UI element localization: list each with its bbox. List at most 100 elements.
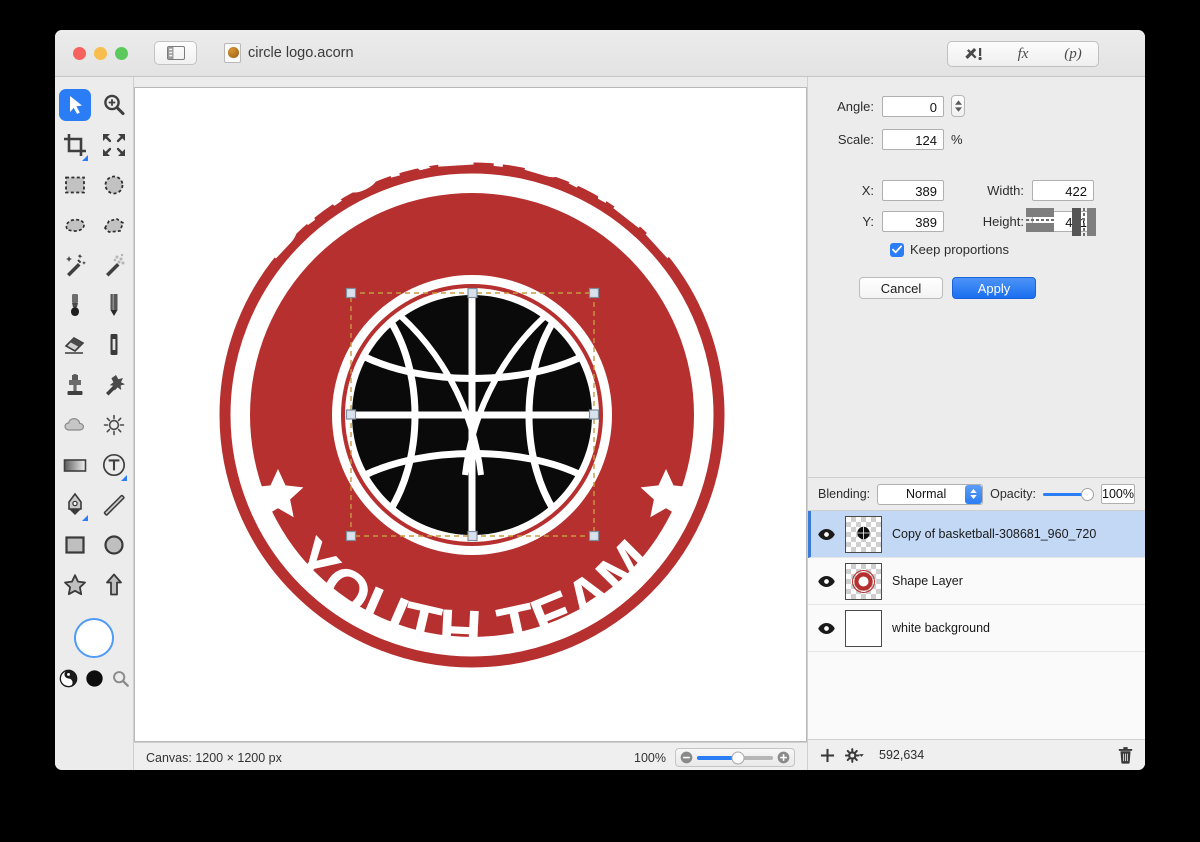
tool-blur[interactable] (55, 406, 94, 444)
eraser-icon (64, 337, 84, 354)
opacity-label: Opacity: (990, 487, 1036, 501)
transform-arrows-icon (102, 134, 125, 156)
delete-layer-trash-icon[interactable] (1118, 746, 1133, 764)
image-canvas[interactable]: BASKETBALL YOUTH TEAM (134, 87, 807, 742)
layer-visibility-toggle[interactable] (818, 622, 835, 634)
layer-row-shape[interactable]: Shape Layer (808, 558, 1145, 605)
angle-input[interactable]: 0 (882, 95, 944, 117)
tool-bezier-pen[interactable] (55, 486, 94, 524)
width-input[interactable]: 422 (1032, 180, 1094, 201)
tool-eraser[interactable] (55, 326, 94, 364)
tool-grid (55, 86, 133, 604)
tool-rectangle-shape[interactable] (55, 526, 94, 564)
handle-middle-right[interactable] (588, 409, 600, 420)
document-title[interactable]: circle logo.acorn (224, 43, 354, 63)
flip-vertical-icon[interactable] (1071, 207, 1097, 237)
height-label: Height: (982, 214, 1024, 229)
add-layer-icon[interactable] (820, 748, 835, 763)
rectangle-shape-icon (64, 536, 85, 554)
tool-ellipse-shape[interactable] (94, 526, 133, 564)
eye-icon (818, 528, 835, 540)
x-width-row: X: 389 Width: 422 (822, 180, 1131, 201)
close-button[interactable] (73, 46, 86, 60)
tool-transform[interactable] (94, 126, 133, 164)
contrast-icon[interactable] (59, 669, 78, 688)
presets-button[interactable]: (p) (1048, 42, 1098, 66)
zoom-in-icon[interactable] (777, 751, 790, 764)
magic-wand-icon (65, 254, 86, 277)
scale-row: Scale: 124 % (822, 129, 1131, 150)
zoom-button[interactable] (115, 46, 128, 60)
zoom-knob[interactable] (731, 751, 745, 764)
checkmark-icon (892, 245, 902, 254)
x-input[interactable]: 389 (882, 180, 944, 201)
zoom-track[interactable] (697, 751, 773, 764)
handle-bottom-left[interactable] (345, 530, 357, 542)
layer-row-background[interactable]: white background (808, 605, 1145, 652)
minimize-button[interactable] (94, 46, 107, 60)
document-name: circle logo.acorn (248, 45, 354, 61)
tool-lasso[interactable] (55, 206, 94, 244)
acorn-window: circle logo.acorn fx (p) BASKETBALL YOUT… (55, 30, 1145, 770)
tool-star-shape[interactable] (55, 566, 94, 604)
handle-middle-left[interactable] (345, 409, 357, 420)
handle-top-center[interactable] (467, 287, 478, 299)
opacity-value[interactable]: 100% (1101, 484, 1135, 504)
inspector-pane: Angle: 0 Scale: 124 % X: 389 Width: 422 … (807, 77, 1145, 770)
tool-crop[interactable] (55, 126, 94, 164)
zoom-out-icon[interactable] (680, 751, 693, 764)
sidebar-toggle-button[interactable] (154, 41, 197, 65)
tool-polygon-lasso[interactable] (94, 206, 133, 244)
apply-button[interactable]: Apply (952, 277, 1036, 299)
handle-top-left[interactable] (345, 287, 357, 299)
tool-rectangle-select[interactable] (55, 166, 94, 204)
zoom-slider[interactable] (675, 748, 795, 767)
tool-dodge[interactable] (94, 406, 133, 444)
opacity-knob[interactable] (1081, 487, 1095, 501)
flip-horizontal-icon[interactable] (1025, 207, 1055, 233)
lasso-icon (65, 218, 85, 232)
handle-bottom-center[interactable] (467, 530, 478, 542)
tool-marker[interactable] (94, 326, 133, 364)
tool-instant-alpha[interactable] (94, 246, 133, 284)
layer-name: white background (892, 621, 990, 635)
keep-proportions-row[interactable]: Keep proportions (890, 242, 1131, 257)
foreground-color-swatch[interactable] (74, 618, 114, 658)
layer-thumbnail (845, 609, 882, 647)
move-arrow-icon (69, 96, 82, 114)
scale-input[interactable]: 124 (882, 129, 944, 150)
cancel-button[interactable]: Cancel (859, 277, 943, 299)
tool-smudge[interactable] (94, 366, 133, 404)
handle-top-right[interactable] (588, 287, 600, 299)
tool-arrow-shape[interactable] (94, 566, 133, 604)
blending-mode-select[interactable]: Normal (877, 483, 984, 505)
layer-thumbnail (845, 515, 882, 553)
layer-thumbnail (845, 562, 882, 600)
layer-row-basketball[interactable]: Copy of basketball-308681_960_720 (808, 511, 1145, 558)
canvas-status-bar: Canvas: 1200 × 1200 px 100% (134, 742, 807, 770)
tools-palette-button[interactable] (948, 42, 998, 66)
fx-filters-button[interactable]: fx (998, 42, 1048, 66)
keep-proportions-checkbox[interactable] (890, 242, 904, 257)
tool-ellipse-select[interactable] (94, 166, 133, 204)
tool-move[interactable] (55, 86, 94, 124)
tool-gradient[interactable] (55, 446, 94, 484)
tool-line[interactable] (94, 486, 133, 524)
tool-clone-stamp[interactable] (55, 366, 94, 404)
loupe-icon[interactable] (111, 669, 130, 688)
layer-settings-gear-icon[interactable] (845, 747, 865, 763)
tool-zoom[interactable] (94, 86, 133, 124)
fill-color-icon[interactable] (85, 669, 104, 688)
layer-visibility-toggle[interactable] (818, 575, 835, 587)
tool-pencil[interactable] (94, 286, 133, 324)
tool-magic-wand[interactable] (55, 246, 94, 284)
handle-bottom-right[interactable] (588, 530, 600, 542)
opacity-slider[interactable] (1042, 487, 1095, 501)
zoom-level-label: 100% (634, 750, 666, 765)
tool-text[interactable] (94, 446, 133, 484)
layer-visibility-toggle[interactable] (818, 528, 835, 540)
tool-brush[interactable] (55, 286, 94, 324)
y-input[interactable]: 389 (882, 211, 944, 232)
ellipse-shape-icon (103, 535, 124, 555)
angle-stepper[interactable] (951, 95, 965, 117)
